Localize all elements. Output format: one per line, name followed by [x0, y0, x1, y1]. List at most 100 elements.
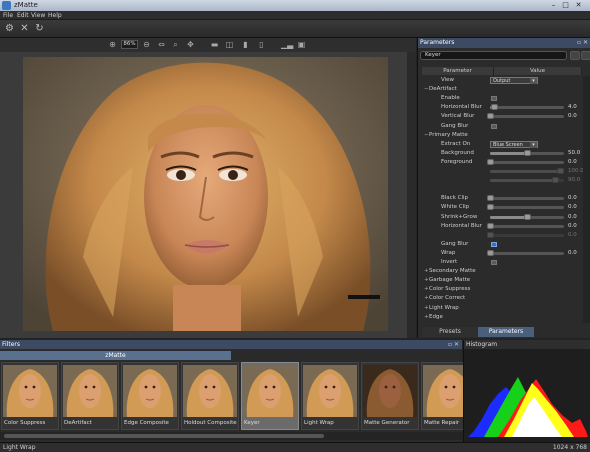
delete-icon[interactable]: ✕: [19, 23, 30, 34]
slider[interactable]: [487, 113, 564, 120]
param-label[interactable]: Light Wrap: [429, 304, 459, 313]
zoom-in-icon[interactable]: ⊕: [108, 40, 117, 49]
param-value[interactable]: 100.0: [568, 167, 584, 176]
slider-handle[interactable]: [487, 231, 494, 238]
expand-icon[interactable]: +: [424, 285, 429, 294]
filter-thumb-matte-generator[interactable]: Matte Generator: [361, 362, 419, 430]
param-value[interactable]: 0.0: [568, 158, 577, 167]
tab-presets[interactable]: Presets: [422, 327, 478, 337]
param-label[interactable]: Color Correct: [429, 294, 465, 303]
view-compare-icon[interactable]: ▮: [241, 40, 250, 49]
tab-parameters[interactable]: Parameters: [478, 327, 534, 337]
snapshot-icon[interactable]: ▣: [297, 40, 306, 49]
slider[interactable]: [487, 158, 564, 165]
checkbox[interactable]: [491, 241, 497, 247]
param-value[interactable]: 4.0: [568, 103, 577, 112]
slider[interactable]: [490, 168, 565, 174]
filter-thumb-holdout-composite[interactable]: Holdout Composite: [181, 362, 239, 430]
viewer-scrollbar[interactable]: [407, 52, 416, 338]
slider[interactable]: [490, 177, 564, 184]
slider-handle[interactable]: [487, 158, 494, 165]
param-value[interactable]: 90.0: [568, 176, 580, 185]
save-preset-icon[interactable]: [570, 51, 580, 60]
slider[interactable]: [487, 204, 564, 211]
param-label[interactable]: DeArtifact: [429, 85, 457, 94]
slider-handle[interactable]: [487, 249, 494, 256]
close-icon[interactable]: ✕: [574, 1, 583, 9]
maximize-icon[interactable]: □: [561, 1, 570, 9]
checkbox[interactable]: [491, 123, 497, 129]
param-label[interactable]: Color Suppress: [429, 285, 470, 294]
view-select[interactable]: Output ▾: [490, 77, 538, 84]
filter-thumb-color-suppress[interactable]: Color Suppress: [1, 362, 59, 430]
image-viewer[interactable]: [0, 52, 416, 338]
slider-handle[interactable]: [487, 113, 494, 120]
slider-handle[interactable]: [524, 149, 531, 156]
param-value[interactable]: 0.0: [568, 231, 577, 240]
scroll-thumb[interactable]: [4, 434, 324, 438]
slider[interactable]: [490, 104, 564, 111]
tab-zmatte[interactable]: zMatte: [0, 351, 231, 360]
menu-edit[interactable]: Edit: [17, 12, 29, 19]
refresh-icon[interactable]: ↻: [34, 23, 45, 34]
filter-thumb-keyer[interactable]: Keyer: [241, 362, 299, 430]
pan-icon[interactable]: ✥: [186, 40, 195, 49]
preset-field[interactable]: Keyer: [420, 51, 567, 60]
param-value[interactable]: 0.0: [568, 194, 577, 203]
slider-handle[interactable]: [552, 177, 560, 184]
slider-handle[interactable]: [557, 168, 565, 174]
filters-scrollbar[interactable]: [0, 432, 462, 440]
slider[interactable]: [487, 231, 564, 238]
zoom-out-icon[interactable]: ⊖: [142, 40, 151, 49]
menu-view[interactable]: View: [31, 12, 45, 19]
view-split-icon[interactable]: ◫: [225, 40, 234, 49]
param-value[interactable]: 0.0: [568, 112, 577, 121]
filter-thumb-deartifact[interactable]: DeArtifact: [61, 362, 119, 430]
slider[interactable]: [490, 213, 564, 220]
param-value[interactable]: 0.0: [568, 222, 577, 231]
slider[interactable]: [487, 195, 564, 202]
minimize-icon[interactable]: –: [549, 1, 558, 9]
menu-help[interactable]: Help: [48, 12, 62, 19]
slider-handle[interactable]: [524, 213, 531, 220]
param-label[interactable]: Garbage Matte: [429, 276, 470, 285]
param-value[interactable]: 0.0: [568, 213, 577, 222]
slider[interactable]: [487, 249, 564, 256]
checkbox[interactable]: [491, 96, 497, 102]
slider-handle[interactable]: [487, 222, 494, 229]
param-value[interactable]: 50.0: [568, 149, 580, 158]
parameters-scrollbar[interactable]: [583, 76, 590, 323]
reset-preset-icon[interactable]: [581, 51, 590, 60]
menu-file[interactable]: File: [3, 12, 13, 19]
slider-handle[interactable]: [491, 104, 499, 111]
param-label[interactable]: Primary Matte: [429, 131, 468, 140]
extract-on-select[interactable]: Blue Screen ▾: [490, 140, 538, 148]
slider[interactable]: [490, 149, 564, 156]
view-matte-icon[interactable]: ▯: [257, 40, 266, 49]
expand-icon[interactable]: +: [424, 294, 429, 303]
slider[interactable]: [487, 222, 564, 229]
histogram-icon[interactable]: ▁▃: [281, 40, 293, 49]
collapse-icon[interactable]: −: [424, 131, 429, 140]
slider-handle[interactable]: [487, 195, 494, 202]
zoom-field[interactable]: 86%: [121, 40, 138, 49]
param-value[interactable]: 0.0: [568, 203, 577, 212]
expand-icon[interactable]: +: [424, 313, 429, 322]
collapse-icon[interactable]: −: [424, 85, 429, 94]
param-label[interactable]: Edge: [429, 313, 443, 322]
filter-thumb-light-wrap[interactable]: Light Wrap: [301, 362, 359, 430]
fit-icon[interactable]: ⇔: [157, 40, 166, 49]
gear-icon[interactable]: ⚙: [4, 23, 15, 34]
expand-icon[interactable]: +: [424, 304, 429, 313]
expand-icon[interactable]: +: [424, 267, 429, 276]
filter-thumb-edge-composite[interactable]: Edge Composite: [121, 362, 179, 430]
param-value[interactable]: 0.0: [568, 249, 577, 258]
checkbox[interactable]: [491, 260, 497, 265]
view-single-icon[interactable]: ▬: [210, 40, 219, 49]
panel-float-close-icon[interactable]: ▫ ✕: [448, 340, 459, 349]
expand-icon[interactable]: +: [424, 276, 429, 285]
slider-handle[interactable]: [487, 204, 494, 211]
magnify-icon[interactable]: ⌕: [171, 40, 180, 49]
panel-float-close-icon[interactable]: ▫ ✕: [577, 38, 588, 48]
param-label[interactable]: Secondary Matte: [429, 267, 476, 276]
